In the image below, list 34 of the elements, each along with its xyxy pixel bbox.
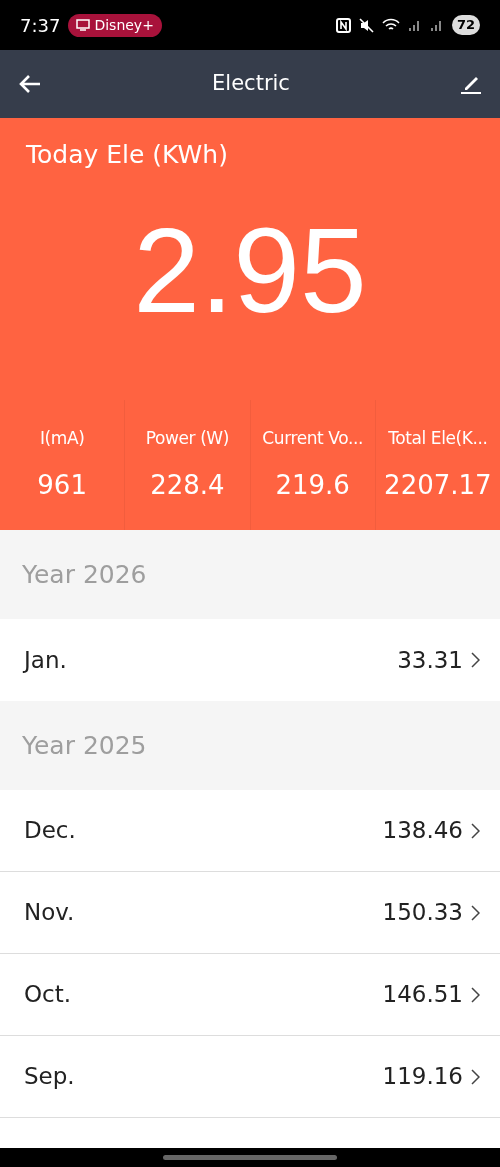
month-row[interactable]: Oct. 146.51	[0, 954, 500, 1036]
month-row[interactable]: Nov. 150.33	[0, 872, 500, 954]
screen-title: Electric	[212, 70, 290, 98]
mute-icon	[358, 17, 374, 33]
stat-value: 228.4	[149, 468, 226, 502]
chevron-icon	[471, 986, 480, 1003]
wifi-icon	[381, 18, 400, 32]
battery-level: 72	[451, 15, 480, 35]
stat-label: I(mA)	[38, 427, 86, 450]
signal-icon	[429, 18, 444, 32]
screen-icon	[76, 19, 91, 31]
year-header: Year 2025	[0, 701, 500, 790]
stat-label: Current Vo...	[261, 427, 364, 450]
year-header: Year 2026	[0, 530, 500, 619]
signal-icon	[407, 18, 422, 32]
today-label: Today Ele (KWh)	[25, 139, 229, 171]
chevron-icon	[471, 1068, 480, 1085]
stat-value: 2207.17	[383, 468, 493, 502]
month-row[interactable]: Jan. 33.31	[0, 619, 500, 701]
stat-value: 219.6	[274, 468, 351, 502]
chevron-icon	[471, 822, 480, 839]
chevron-icon	[471, 904, 480, 921]
month-row[interactable]: Dec. 138.46	[0, 790, 500, 872]
clock: 7:37	[20, 13, 61, 38]
chevron-icon	[471, 652, 480, 668]
month-row[interactable]: Sep. 119.16	[0, 1036, 500, 1118]
nfc-icon	[335, 17, 351, 33]
stat-label: Power (W)	[144, 427, 230, 450]
stat-value: 961	[36, 468, 88, 502]
edit-icon[interactable]	[460, 74, 482, 94]
today-value: 2.95	[133, 203, 367, 337]
stat-label: Total Ele(K...	[387, 427, 489, 450]
app-chip: Disney+	[68, 13, 162, 37]
back-icon[interactable]	[18, 74, 42, 94]
